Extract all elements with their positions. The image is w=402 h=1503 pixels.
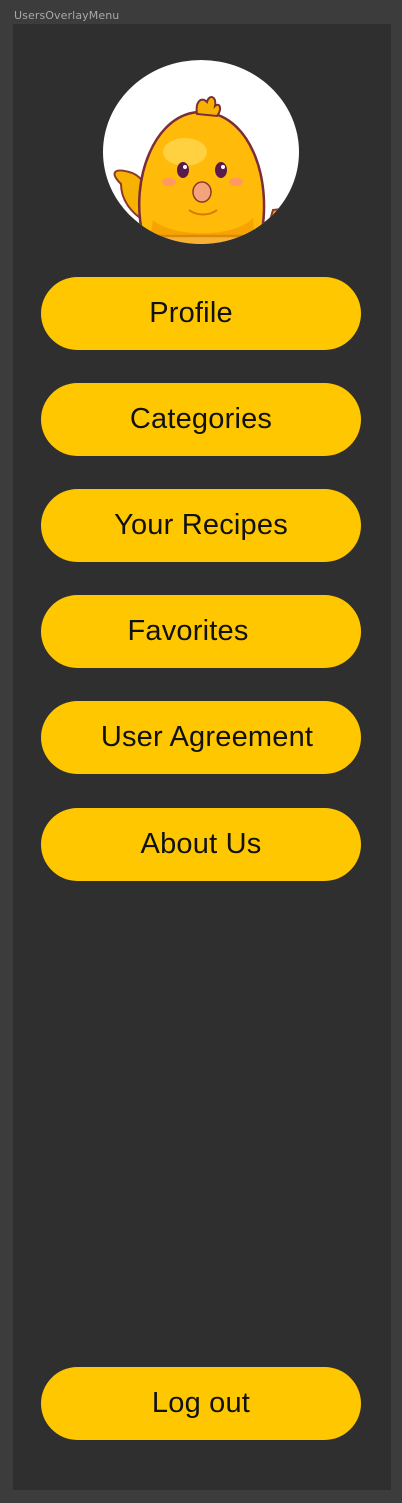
your-recipes-button[interactable]: Your Recipes: [41, 489, 361, 562]
profile-button[interactable]: Profile: [41, 277, 361, 350]
your-recipes-button-label: Your Recipes: [114, 509, 288, 541]
user-agreement-button-label: User Agreement: [100, 721, 314, 753]
categories-button[interactable]: Categories: [41, 383, 361, 456]
categories-button-label: Categories: [129, 403, 273, 435]
about-us-button[interactable]: About Us: [41, 808, 361, 881]
favorites-button-label: Favorites: [127, 615, 249, 647]
user-agreement-button[interactable]: User Agreement: [41, 701, 361, 774]
chick-mascot-icon: [113, 96, 299, 244]
logout-button-label: Log out: [151, 1387, 251, 1419]
users-overlay-menu: Profile Categories Your Recipes Favorite…: [13, 24, 391, 1490]
about-us-button-label: About Us: [140, 828, 262, 860]
favorites-button[interactable]: Favorites: [41, 595, 361, 668]
logout-button[interactable]: Log out: [41, 1367, 361, 1440]
profile-button-label: Profile: [149, 297, 233, 329]
avatar[interactable]: [103, 60, 299, 244]
frame-title: UsersOverlayMenu: [14, 9, 120, 22]
